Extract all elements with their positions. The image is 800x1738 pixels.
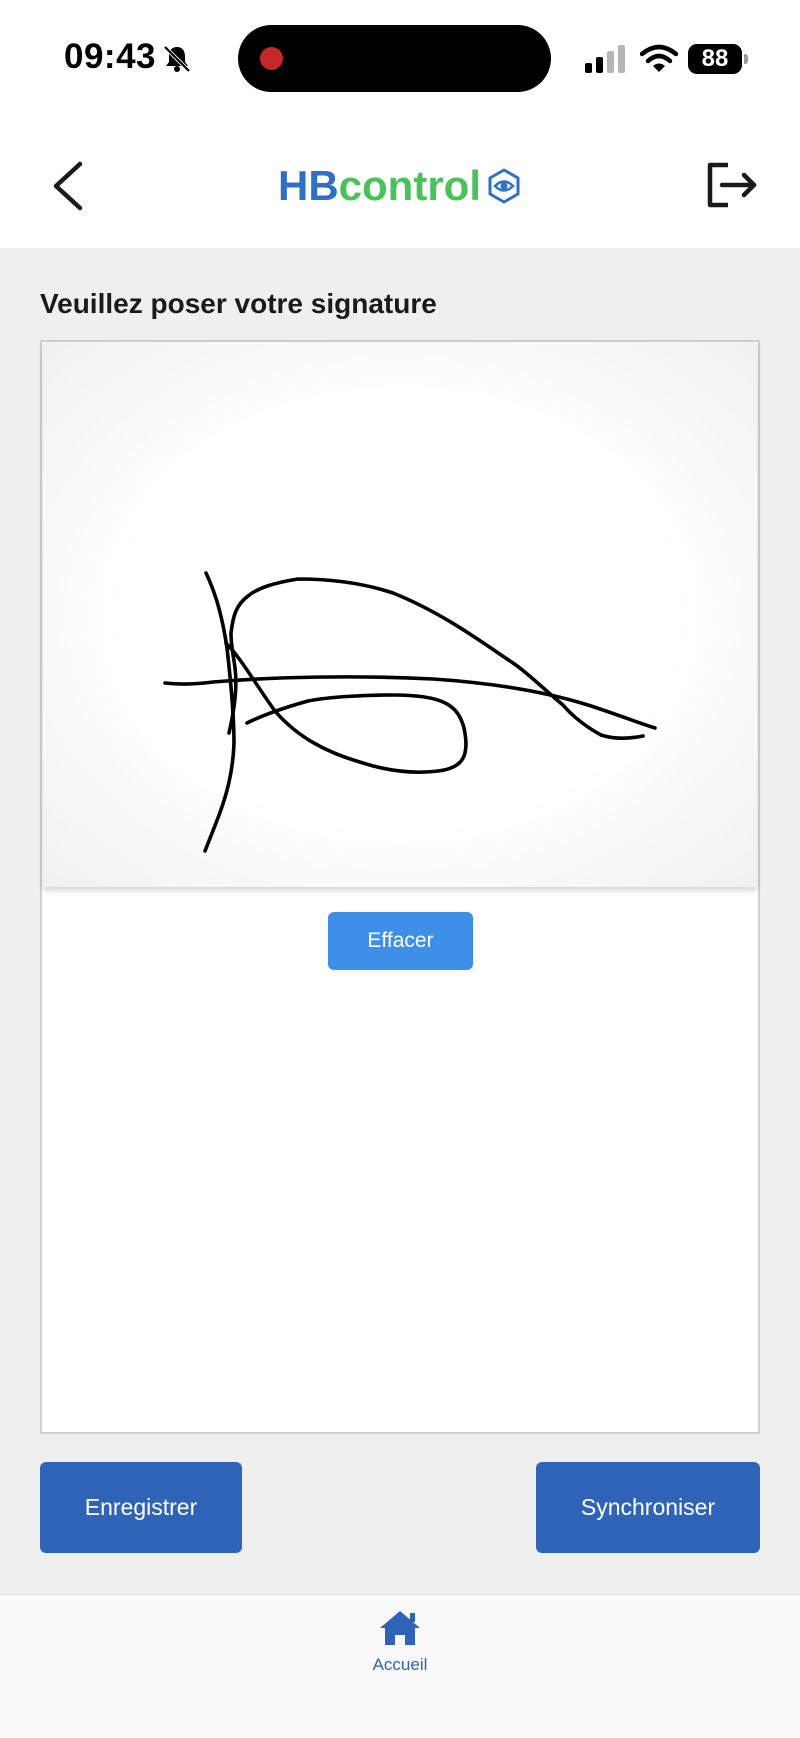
nav-item-home-label: Accueil (372, 1655, 428, 1674)
bottom-nav: Accueil (0, 1594, 800, 1738)
home-icon (380, 1611, 420, 1645)
signature-container: Effacer (40, 340, 760, 1434)
status-bar: 09:43 88 (0, 0, 800, 120)
signature-prompt: Veuillez poser votre signature (40, 288, 437, 319)
logo-text-hb: HB (278, 162, 339, 209)
dynamic-island (238, 25, 551, 92)
logo-text-control: control (338, 162, 481, 209)
nav-item-home[interactable]: Accueil (350, 1609, 450, 1693)
sync-button[interactable]: Synchroniser (536, 1462, 760, 1553)
battery-level: 88 (701, 45, 729, 72)
status-time: 09:43 (64, 37, 157, 76)
main-content: Veuillez poser votre signature Effacer E… (0, 248, 800, 1594)
back-chevron-icon[interactable] (44, 156, 94, 216)
logo-eye-icon (488, 168, 520, 204)
recording-indicator (260, 47, 283, 70)
signature-drawing (163, 571, 657, 853)
save-button[interactable]: Enregistrer (40, 1462, 242, 1553)
signature-pad[interactable] (43, 343, 757, 887)
logout-icon[interactable] (704, 155, 760, 215)
signature-screen: 09:43 88 HB control Veuillez poser votre… (0, 0, 800, 1738)
bell-muted-icon (163, 45, 191, 73)
battery-icon: 88 (688, 44, 748, 74)
app-header: HB control (0, 120, 800, 248)
wifi-icon (640, 44, 678, 72)
clear-button[interactable]: Effacer (328, 912, 473, 970)
signal-icon (585, 45, 625, 73)
app-logo: HB control (278, 158, 521, 214)
